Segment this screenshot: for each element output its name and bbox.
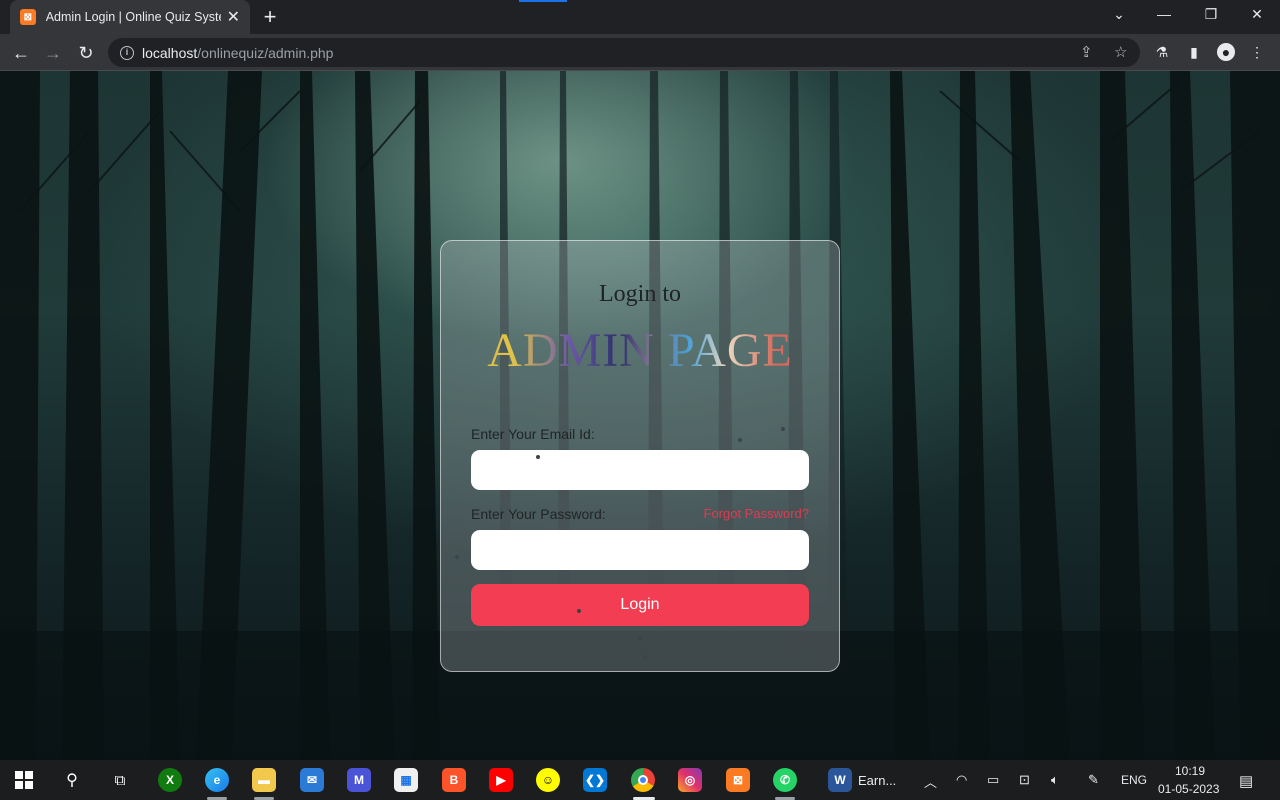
word-icon[interactable]: W [828,768,852,792]
clock-time[interactable]: 10:19 [1175,764,1205,778]
login-button[interactable]: Login [471,584,809,626]
snapchat-icon[interactable]: ☺ [536,768,560,792]
volume-icon[interactable]: 🔈︎ [1051,772,1059,788]
password-field[interactable] [471,530,809,570]
new-tab-button[interactable]: + [258,6,282,30]
edge-icon[interactable]: e [205,768,229,792]
password-label: Enter Your Password: [471,506,606,522]
windows-start-icon[interactable] [12,768,36,792]
tab-drop-indicator [519,0,567,2]
particle-dot [781,427,785,431]
particle-dot [455,555,459,559]
close-window-icon[interactable]: ✕ [1242,6,1272,23]
particle-dot [577,609,581,613]
tab-close-icon[interactable]: ✕ [227,7,240,27]
file-explorer-icon[interactable]: ▬ [252,768,276,792]
chrome-icon[interactable] [631,768,655,792]
profile-avatar-icon[interactable]: ● [1217,43,1235,61]
particle-dot [643,655,647,659]
zoom-mail-icon[interactable]: M [347,768,371,792]
notification-center-icon[interactable]: ▤ [1239,772,1253,790]
forward-arrow-icon[interactable]: → [40,40,66,66]
particle-dot [638,636,642,640]
email-label: Enter Your Email Id: [471,426,595,442]
mail-icon[interactable]: ✉ [300,768,324,792]
particle-dot [536,455,540,459]
brave-icon[interactable]: B [442,768,466,792]
tab-title: Admin Login | Online Quiz System [45,10,221,24]
url-host: localhost [142,44,198,61]
browser-toolbar: ← → ↻ i localhost/onlinequiz/admin.php ⇪… [0,34,1280,71]
pen-icon[interactable]: ✎ [1088,772,1099,788]
battery-icon[interactable]: ▭ [987,772,999,788]
back-arrow-icon[interactable]: ← [8,40,34,66]
admin-page-title: ADMIN PAGE [441,323,839,378]
clock-date[interactable]: 01-05-2023 [1158,782,1219,796]
page-background: Login to ADMIN PAGE Enter Your Email Id:… [0,71,1280,760]
vscode-icon[interactable]: ❮❯ [583,768,607,792]
word-window-label[interactable]: Earn... [858,773,896,788]
bookmark-star-icon[interactable]: ☆ [1114,43,1127,61]
xampp-favicon-icon: ⊠ [20,9,36,25]
url-path: /onlinequiz/admin.php [197,44,334,61]
tab-search-chevron-icon[interactable]: ⌄ [1104,6,1134,23]
email-field[interactable] [471,450,809,490]
wifi-icon[interactable]: ◠ [956,772,967,788]
instagram-icon[interactable]: ◎ [678,768,702,792]
show-hidden-icons-chevron-icon[interactable]: ︿ [924,772,937,791]
share-icon[interactable]: ⇪ [1080,43,1093,61]
forgot-password-link[interactable]: Forgot Password? [704,506,810,521]
side-panel-icon[interactable]: ▮ [1185,43,1203,61]
microsoft-store-icon[interactable]: ▦ [394,768,418,792]
whatsapp-icon[interactable]: ✆ [773,768,797,792]
language-indicator[interactable]: ENG [1121,773,1147,787]
login-card: Login to ADMIN PAGE Enter Your Email Id:… [440,240,840,672]
restore-icon[interactable]: ❐ [1196,6,1226,23]
browser-titlebar: ⊠ Admin Login | Online Quiz System ✕ + ⌄… [0,0,1280,34]
task-view-icon[interactable]: ⧉ [108,768,132,792]
search-icon[interactable]: ⚲ [60,768,84,792]
address-bar[interactable]: i localhost/onlinequiz/admin.php ⇪ ☆ [108,38,1140,67]
windows-taskbar: ⚲ ⧉ X e ▬ ✉ M ▦ B ▶ ☺ ❮❯ ◎ ⊠ ✆ W Earn...… [0,760,1280,800]
reload-icon[interactable]: ↻ [73,40,99,66]
xampp-icon[interactable]: ⊠ [726,768,750,792]
particle-dot [738,438,742,442]
site-info-icon[interactable]: i [120,45,134,60]
notification-app-icon[interactable]: ⊡ [1019,772,1030,788]
menu-kebab-icon[interactable]: ⋮ [1248,43,1266,61]
xbox-icon[interactable]: X [158,768,182,792]
minimize-icon[interactable]: — [1149,6,1179,22]
browser-tab[interactable]: ⊠ Admin Login | Online Quiz System ✕ [10,0,250,34]
lab-flask-icon[interactable]: ⚗ [1153,43,1171,61]
login-heading: Login to [599,281,681,307]
youtube-icon[interactable]: ▶ [489,768,513,792]
